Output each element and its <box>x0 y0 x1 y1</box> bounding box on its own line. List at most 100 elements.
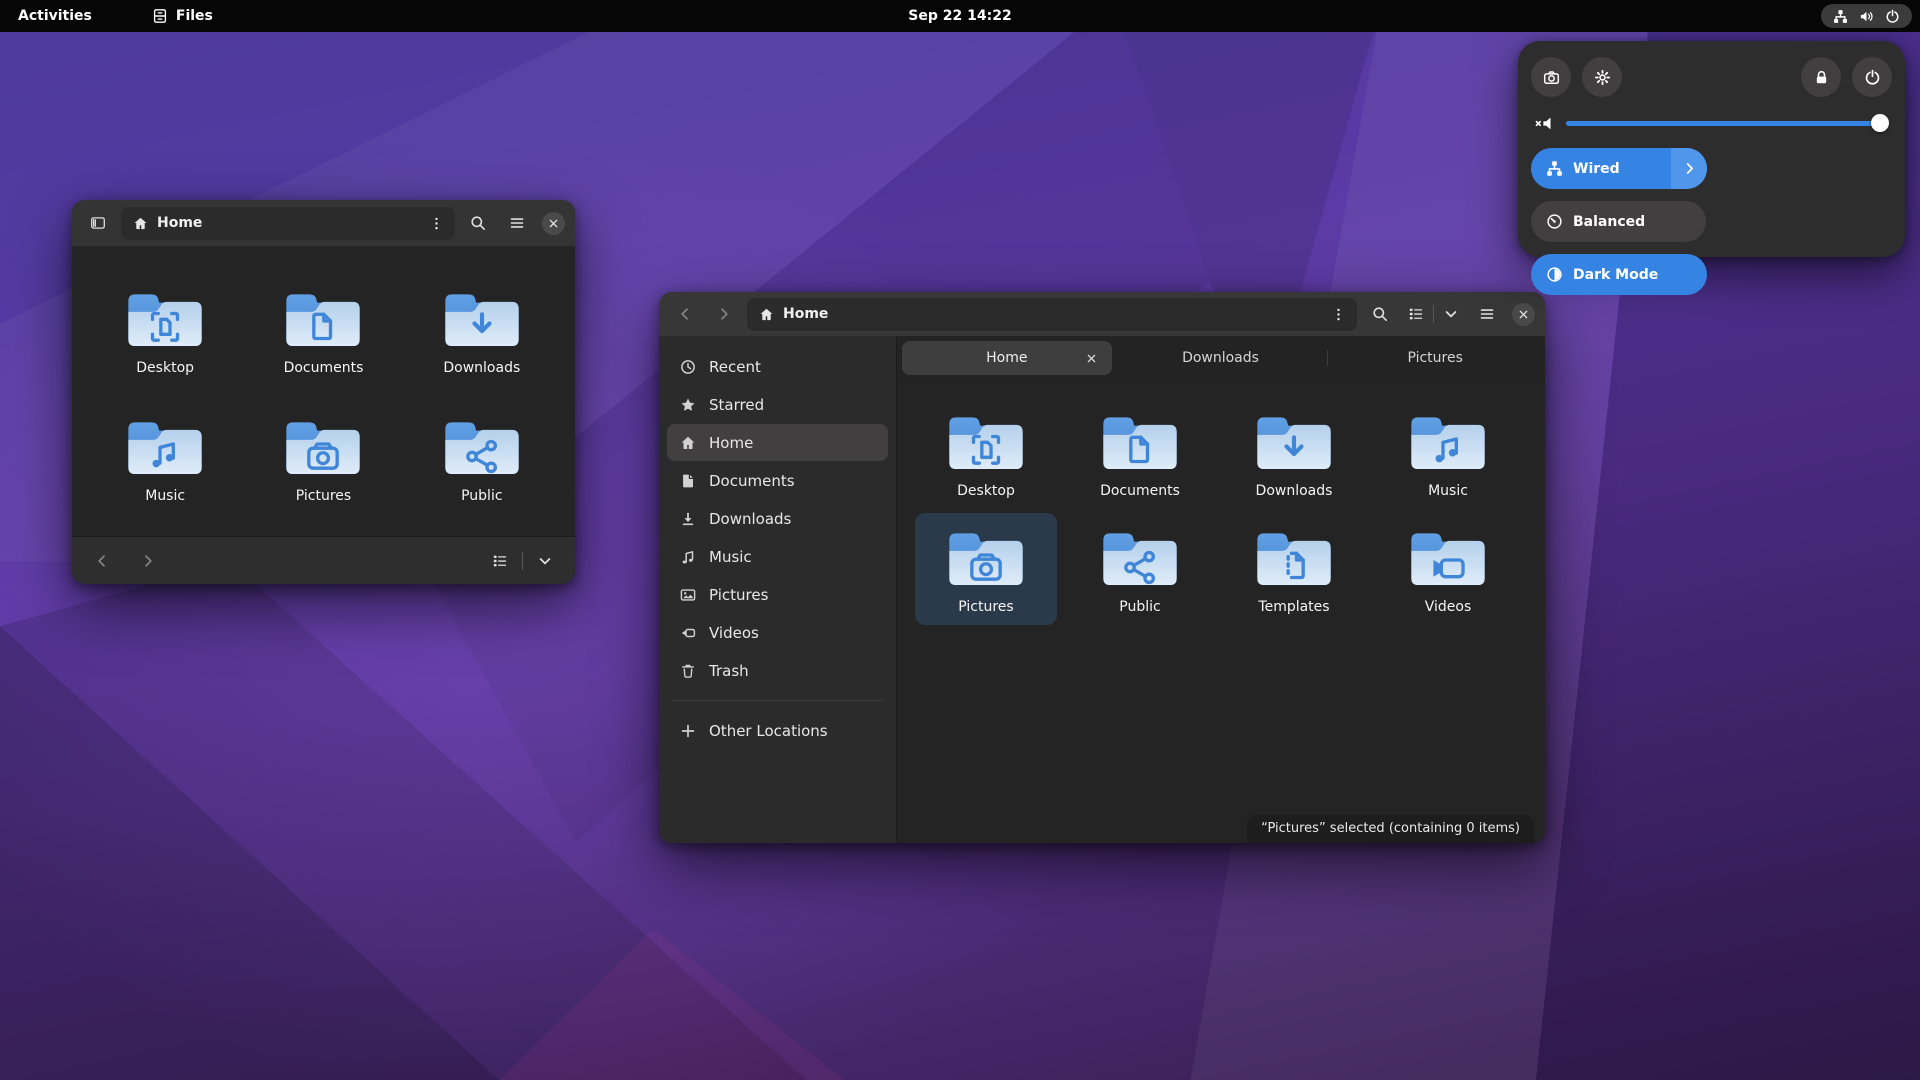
close-button[interactable] <box>542 211 565 235</box>
folder-label: Downloads <box>443 360 521 376</box>
search-button[interactable] <box>462 208 494 238</box>
back-button[interactable] <box>86 546 118 576</box>
power-button[interactable] <box>1852 57 1892 97</box>
system-tray[interactable] <box>1821 4 1912 28</box>
sidebar: Recent Starred Home Documents Downloads Music… <box>659 336 897 843</box>
sidebar-item-music[interactable]: Music <box>667 538 888 575</box>
forward-button[interactable] <box>132 546 164 576</box>
search-icon <box>1372 306 1388 322</box>
tab-bar: Home Downloads Pictures <box>897 336 1545 383</box>
folder-icon <box>946 525 1026 590</box>
video-icon <box>680 625 696 641</box>
menu-button[interactable] <box>1471 299 1503 329</box>
clock[interactable]: Sep 22 14:22 <box>908 0 1011 32</box>
sidebar-item-downloads[interactable]: Downloads <box>667 500 888 537</box>
chevron-down-icon <box>537 553 553 569</box>
sidebar-item-pictures[interactable]: Pictures <box>667 576 888 613</box>
folder-item-public[interactable]: Public <box>411 402 553 514</box>
quick-settings-panel: Wired Balanced Dark Mode <box>1518 41 1905 295</box>
view-mode-button[interactable] <box>484 546 516 576</box>
folder-label: Videos <box>1424 599 1472 615</box>
hamburger-icon <box>1479 306 1495 322</box>
settings-button[interactable] <box>1582 57 1622 97</box>
folder-icon <box>442 286 522 351</box>
path-bar[interactable]: Home <box>121 206 455 240</box>
app-menu-files[interactable]: Files <box>142 3 223 29</box>
folder-item-documents[interactable]: Documents <box>252 274 394 386</box>
forward-button[interactable] <box>708 299 740 329</box>
path-bar[interactable]: Home <box>747 297 1357 331</box>
expand-wired-button[interactable] <box>1671 148 1707 189</box>
view-mode-button[interactable] <box>1403 299 1429 329</box>
sidebar-item-documents[interactable]: Documents <box>667 462 888 499</box>
folder-item-desktop[interactable]: Desktop <box>94 274 236 386</box>
folder-label: Documents <box>1100 483 1180 499</box>
sidebar-separator <box>672 700 883 701</box>
activities-button[interactable]: Activities <box>8 3 102 29</box>
tab-close-button[interactable] <box>1081 347 1103 369</box>
volume-slider-knob[interactable] <box>1871 114 1889 132</box>
lock-button[interactable] <box>1801 57 1841 97</box>
image-icon <box>680 587 696 603</box>
view-options-button[interactable] <box>1438 299 1464 329</box>
folder-item-music[interactable]: Music <box>1377 397 1519 509</box>
plus-icon <box>680 723 696 739</box>
sidebar-item-other-locations[interactable]: Other Locations <box>667 712 888 749</box>
sidebar-item-label: Downloads <box>709 509 792 528</box>
volume-row <box>1534 112 1889 134</box>
screenshot-button[interactable] <box>1531 57 1571 97</box>
starred-icon <box>680 397 696 413</box>
folder-item-templates[interactable]: Templates <box>1223 513 1365 625</box>
folder-item-pictures[interactable]: Pictures <box>915 513 1057 625</box>
sidebar-item-label: Documents <box>709 471 795 490</box>
back-button[interactable] <box>669 299 701 329</box>
power-profile-icon <box>1546 213 1563 230</box>
path-label: Home <box>157 215 203 231</box>
toggle-dark-mode[interactable]: Dark Mode <box>1531 254 1707 295</box>
toggle-label: Wired <box>1573 160 1620 177</box>
sidebar-item-videos[interactable]: Videos <box>667 614 888 651</box>
toggle-balanced[interactable]: Balanced <box>1531 201 1706 242</box>
path-menu-button[interactable] <box>421 208 451 238</box>
folder-item-videos[interactable]: Videos <box>1377 513 1519 625</box>
chevron-right-icon <box>1682 161 1697 176</box>
toggle-wired[interactable]: Wired <box>1531 148 1707 189</box>
lock-icon <box>1813 69 1830 86</box>
sidebar-toggle-button[interactable] <box>82 208 114 238</box>
sidebar-item-starred[interactable]: Starred <box>667 386 888 423</box>
quick-settings-toggles: Wired Balanced Dark Mode <box>1531 148 1893 295</box>
tab-downloads[interactable]: Downloads <box>1116 341 1326 375</box>
folder-item-pictures[interactable]: Pictures <box>252 402 394 514</box>
search-button[interactable] <box>1364 299 1396 329</box>
menu-button[interactable] <box>501 208 533 238</box>
volume-slider[interactable] <box>1566 114 1889 132</box>
sidebar-item-trash[interactable]: Trash <box>667 652 888 689</box>
sidebar-item-label: Recent <box>709 357 761 376</box>
tab-home[interactable]: Home <box>902 341 1112 375</box>
tab-label: Downloads <box>1182 350 1259 366</box>
hamburger-icon <box>509 215 525 231</box>
folder-icon <box>1254 409 1334 474</box>
folder-label: Public <box>461 488 503 504</box>
view-options-button[interactable] <box>529 546 561 576</box>
folder-grid: Desktop Documents Downloads Music Pictures Pu… <box>897 383 1545 625</box>
folder-item-downloads[interactable]: Downloads <box>1223 397 1365 509</box>
kebab-icon <box>1331 307 1346 322</box>
path-menu-button[interactable] <box>1323 299 1353 329</box>
home-icon <box>680 435 696 451</box>
folder-item-downloads[interactable]: Downloads <box>411 274 553 386</box>
chevron-down-icon <box>1443 306 1459 322</box>
home-icon <box>133 216 148 231</box>
tab-pictures[interactable]: Pictures <box>1330 341 1540 375</box>
sidebar-item-home[interactable]: Home <box>667 424 888 461</box>
close-button[interactable] <box>1512 302 1535 326</box>
sidebar-item-recent[interactable]: Recent <box>667 348 888 385</box>
close-icon <box>548 218 559 229</box>
folder-item-public[interactable]: Public <box>1069 513 1211 625</box>
folder-item-desktop[interactable]: Desktop <box>915 397 1057 509</box>
header-bar: Home <box>659 292 1545 336</box>
folder-icon <box>1100 409 1180 474</box>
folder-item-documents[interactable]: Documents <box>1069 397 1211 509</box>
folder-item-music[interactable]: Music <box>94 402 236 514</box>
chevron-left-icon <box>94 553 110 569</box>
